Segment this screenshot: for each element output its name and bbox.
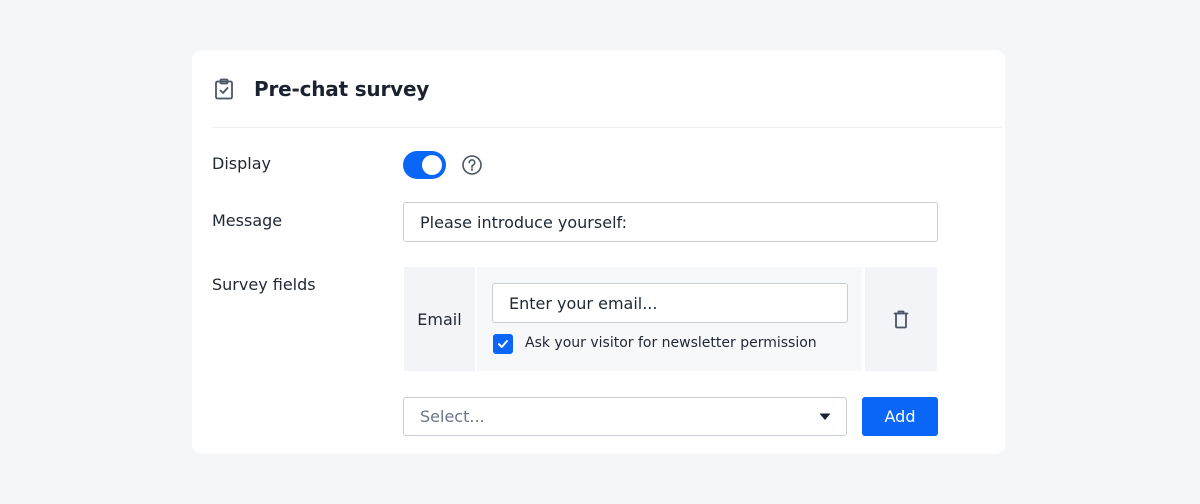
add-button-label: Add: [884, 407, 916, 426]
message-label: Message: [212, 211, 283, 230]
trash-icon: [893, 309, 909, 329]
field-name-email: Email: [417, 309, 462, 329]
survey-fields-label: Survey fields: [212, 275, 316, 294]
newsletter-checkbox-label[interactable]: Ask your visitor for newsletter permissi…: [525, 335, 817, 351]
display-toggle[interactable]: [403, 151, 446, 179]
question-circle-icon[interactable]: [461, 154, 483, 176]
survey-field-name: Email: [404, 267, 475, 371]
caret-down-icon: [819, 413, 831, 421]
card-title: Pre-chat survey: [254, 76, 430, 101]
toggle-knob: [422, 155, 442, 175]
clipboard-check-icon: [212, 77, 236, 101]
display-label: Display: [212, 154, 271, 173]
pre-chat-survey-card: Pre-chat survey Display Message Please i…: [192, 50, 1005, 454]
message-input[interactable]: Please introduce yourself:: [403, 202, 938, 242]
email-placeholder-text: Enter your email...: [509, 293, 658, 313]
newsletter-checkbox[interactable]: [493, 334, 513, 354]
checkmark-icon: [498, 340, 508, 348]
card-header: Pre-chat survey: [212, 50, 1002, 128]
select-placeholder: Select...: [420, 407, 485, 426]
message-value: Please introduce yourself:: [420, 212, 627, 232]
delete-field-button[interactable]: [865, 267, 937, 371]
add-field-button[interactable]: Add: [862, 397, 938, 436]
field-type-select[interactable]: Select...: [403, 397, 847, 436]
email-placeholder-input[interactable]: Enter your email...: [492, 283, 848, 323]
